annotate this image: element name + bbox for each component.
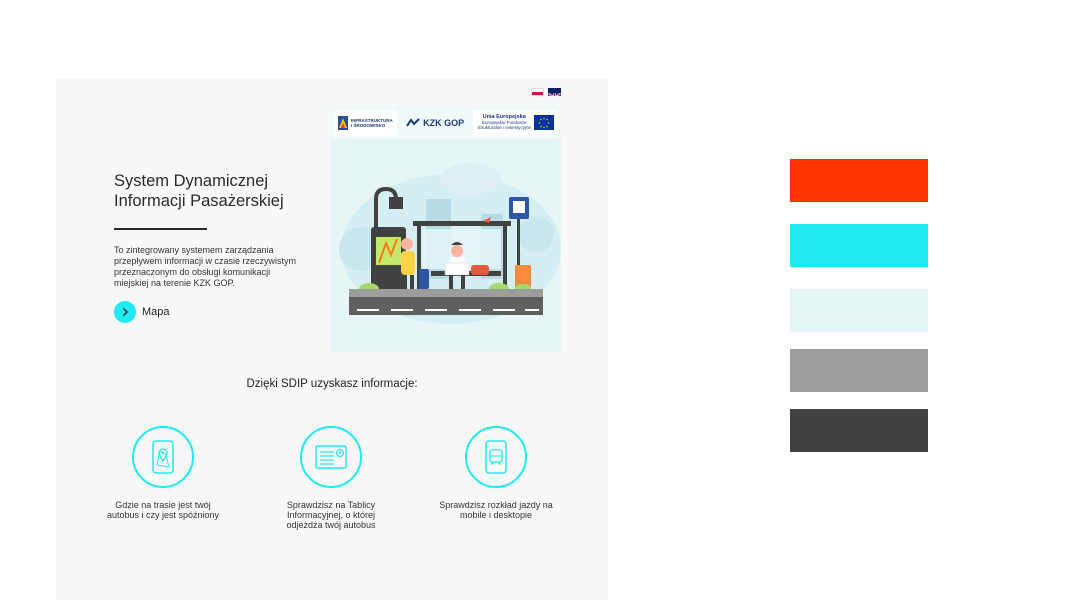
feature-text-bus-location: Gdzie na trasie jest twój autobus i czy … (106, 500, 220, 520)
infrastruktura-logo: INFRASTRUKTURA I ŚRODOWISKO (334, 109, 397, 136)
eu-flag-icon (533, 115, 554, 130)
polish-flag-icon[interactable] (531, 88, 544, 96)
feature-text-timetable: Sprawdzisz rozkład jazdy na mobile i des… (439, 500, 553, 520)
map-label[interactable]: Mapa (142, 306, 170, 318)
color-swatch-red (790, 159, 928, 202)
eu-logo: Unia Europejska Europejskie Fundusze Str… (473, 109, 558, 136)
color-swatch-dark-gray (790, 409, 928, 452)
feature-item-info-board: Sprawdzisz na Tablicy Informacyjnej, o k… (271, 426, 391, 530)
title-underline (114, 228, 207, 230)
language-switcher (531, 88, 561, 96)
infrastruktura-line2: I ŚRODOWISKO (351, 122, 386, 128)
color-swatch-gray (790, 349, 928, 392)
kzk-logo: KZK GOP (402, 110, 468, 136)
feature-item-bus-location: Gdzie na trasie jest twój autobus i czy … (103, 426, 223, 520)
infrastruktura-line1: INFRASTRUKTURA (351, 117, 393, 123)
map-link[interactable]: Mapa (114, 301, 170, 323)
bus-stop-illustration (339, 163, 561, 324)
hero-illustration: INFRASTRUKTURA I ŚRODOWISKO KZK GOP Unia… (331, 106, 561, 352)
feature-text-info-board: Sprawdzisz na Tablicy Informacyjnej, o k… (286, 500, 376, 530)
eu-sub2: Strukturalne i Inwestycyjne (477, 125, 531, 130)
english-flag-icon[interactable] (548, 88, 561, 96)
info-board-icon (300, 426, 362, 488)
kzk-wave-icon (406, 117, 420, 127)
features-heading: Dzięki SDIP uzyskasz informacje: (246, 378, 418, 390)
eu-funds-stars-icon (338, 115, 348, 130)
phone-bus-icon (465, 426, 527, 488)
color-swatch-cyan (790, 224, 928, 267)
phone-map-pin-icon (132, 426, 194, 488)
color-swatch-light-cyan (790, 289, 928, 332)
chevron-right-icon[interactable] (114, 301, 136, 323)
feature-item-timetable: Sprawdzisz rozkład jazdy na mobile i des… (436, 426, 556, 520)
page-panel: System Dynamicznej Informacji Pasażerski… (56, 79, 608, 600)
partner-logos: INFRASTRUKTURA I ŚRODOWISKO KZK GOP Unia… (331, 106, 561, 139)
kzk-logo-text: KZK GOP (423, 117, 465, 128)
hero-description: To zintegrowany systemem zarządzania prz… (114, 245, 297, 288)
page-title: System Dynamicznej Informacji Pasażerski… (114, 172, 284, 210)
